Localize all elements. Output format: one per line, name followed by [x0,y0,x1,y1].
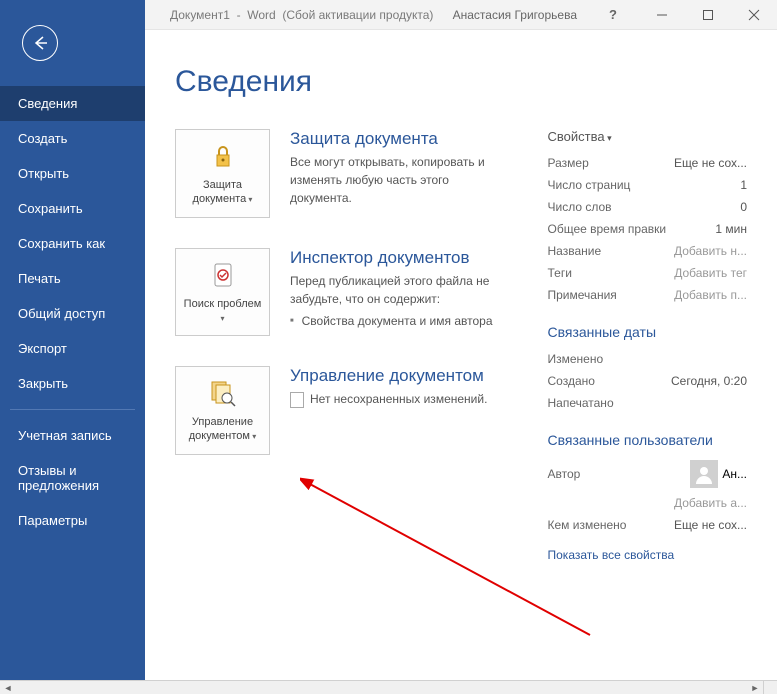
scroll-track[interactable] [16,681,747,694]
prop-words-label: Число слов [548,200,612,214]
add-author-field[interactable]: Добавить а... [674,496,747,510]
manage-document-label: Управление документом [182,415,263,444]
nav-feedback[interactable]: Отзывы и предложения [0,453,145,503]
dates-heading: Связанные даты [548,324,748,340]
inspector-bullet: Свойства документа и имя автора [290,314,508,328]
manage-title: Управление документом [290,366,508,386]
properties-panel: Свойства Размер Еще не сох... Число стран… [548,129,748,562]
protect-document-button[interactable]: Защита документа [175,129,270,218]
manage-desc: Нет несохраненных изменений. [290,390,508,408]
inspect-icon [207,259,239,291]
nav-print[interactable]: Печать [0,261,145,296]
prop-created-value: Сегодня, 0:20 [671,374,747,388]
window-title: Документ1 - Word (Сбой активации продукт… [170,8,433,22]
people-heading: Связанные пользователи [548,432,748,448]
modified-by-label: Кем изменено [548,518,627,532]
close-button[interactable] [731,0,777,30]
protect-button-label: Защита документа [182,178,263,207]
minimize-button[interactable] [639,0,685,30]
horizontal-scrollbar[interactable]: ◄ ► [0,680,763,694]
nav-account[interactable]: Учетная запись [0,418,145,453]
maximize-button[interactable] [685,0,731,30]
prop-title-field[interactable]: Добавить н... [674,244,747,258]
prop-edit-time-value: 1 мин [715,222,747,236]
properties-dropdown[interactable]: Свойства [548,129,748,144]
back-button[interactable] [22,25,58,61]
nav-save-as[interactable]: Сохранить как [0,226,145,261]
backstage-sidebar: Сведения Создать Открыть Сохранить Сохра… [0,0,145,680]
prop-edit-time-label: Общее время правки [548,222,667,236]
document-icon [290,392,304,408]
nav-open[interactable]: Открыть [0,156,145,191]
prop-modified-label: Изменено [548,352,604,366]
prop-words-value: 0 [740,200,747,214]
manage-document-button[interactable]: Управление документом [175,366,270,455]
inspector-title: Инспектор документов [290,248,508,268]
nav-share[interactable]: Общий доступ [0,296,145,331]
scroll-left-arrow[interactable]: ◄ [0,681,16,695]
modified-by-value: Еще не сох... [674,518,747,532]
content-area: Сведения Защита документа Защита докумен… [145,30,777,680]
author-name[interactable]: Ан... [722,467,747,481]
nav-divider [10,409,135,410]
prop-created-label: Создано [548,374,595,388]
nav-save[interactable]: Сохранить [0,191,145,226]
nav-export[interactable]: Экспорт [0,331,145,366]
scroll-right-arrow[interactable]: ► [747,681,763,695]
scroll-corner [763,680,777,694]
nav-new[interactable]: Создать [0,121,145,156]
author-label: Автор [548,467,581,481]
prop-tags-field[interactable]: Добавить тег [674,266,747,280]
protect-desc: Все могут открывать, копировать и изменя… [290,153,508,207]
page-title: Сведения [175,65,747,99]
prop-pages-label: Число страниц [548,178,631,192]
help-icon[interactable]: ? [609,7,617,22]
lock-icon [207,140,239,172]
prop-title-label: Название [548,244,602,258]
nav-info[interactable]: Сведения [0,86,145,121]
prop-size-value: Еще не сох... [674,156,747,170]
manage-icon [207,377,239,409]
avatar-icon [690,460,718,488]
check-issues-label: Поиск проблем [182,297,263,326]
show-all-properties-link[interactable]: Показать все свойства [548,548,748,562]
prop-comments-field[interactable]: Добавить п... [674,288,747,302]
nav-options[interactable]: Параметры [0,503,145,538]
prop-printed-label: Напечатано [548,396,614,410]
protect-title: Защита документа [290,129,508,149]
current-user[interactable]: Анастасия Григорьева [453,8,577,22]
nav-close[interactable]: Закрыть [0,366,145,401]
prop-tags-label: Теги [548,266,572,280]
check-issues-button[interactable]: Поиск проблем [175,248,270,337]
prop-comments-label: Примечания [548,288,617,302]
inspector-desc: Перед публикацией этого файла не забудьт… [290,272,508,308]
prop-pages-value: 1 [740,178,747,192]
prop-size-label: Размер [548,156,589,170]
